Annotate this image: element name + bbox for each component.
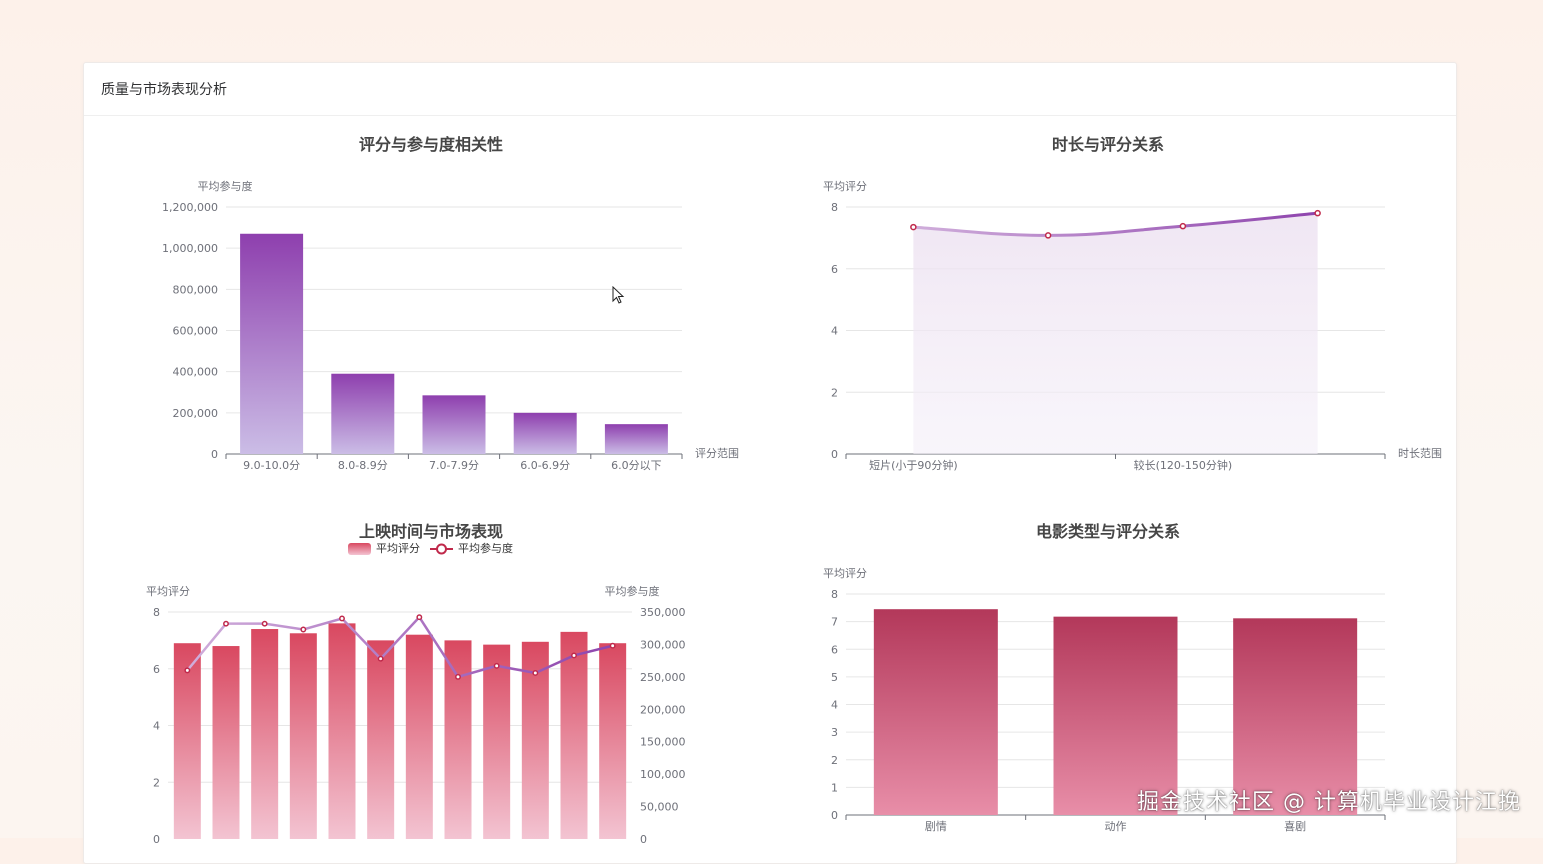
x-tick-label: 8.0-8.9分: [338, 459, 388, 472]
chart-title: 电影类型与评分关系: [1036, 522, 1180, 541]
y-tick-label: 7: [831, 616, 838, 629]
data-point: [1314, 209, 1321, 217]
bar: [599, 643, 627, 839]
y2-tick-label: 300,000: [640, 638, 686, 651]
bar: [422, 395, 486, 454]
bar: [240, 233, 304, 454]
x-tick-label: 7.0-7.9分: [429, 459, 479, 472]
x-tick-label: 9.0-10.0分: [243, 459, 300, 472]
y2-tick-label: 0: [640, 833, 647, 846]
y2-tick-label: 200,000: [640, 703, 686, 716]
data-point: [1044, 232, 1052, 239]
data-point: [1179, 222, 1187, 230]
bar: [331, 373, 395, 454]
bar: [444, 640, 472, 839]
y2-tick-label: 250,000: [640, 671, 686, 684]
y2-tick-label: 50,000: [640, 801, 679, 814]
bar: [405, 634, 433, 839]
x-tick-label: 6.0-6.9分: [520, 459, 570, 472]
y-tick-label: 200,000: [173, 407, 219, 420]
data-point: [223, 620, 229, 627]
y-tick-label: 400,000: [173, 366, 219, 379]
area-fill: [913, 213, 1318, 454]
bar: [251, 629, 279, 839]
series-line: [186, 615, 613, 679]
y2-axis-name: 平均参与度: [605, 584, 660, 598]
y-axis-name: 平均评分: [823, 180, 867, 193]
mouse-cursor-icon: [612, 286, 625, 304]
y-tick-label: 2: [831, 386, 838, 399]
y-tick-label: 6: [831, 263, 838, 276]
x-tick-label: 较长(120-150分钟): [1134, 458, 1233, 472]
x-axis-name: 评分范围: [695, 446, 739, 460]
y-tick-label: 8: [831, 588, 838, 601]
data-point: [910, 223, 917, 231]
y-tick-label: 1,000,000: [162, 242, 218, 255]
y-tick-label: 0: [211, 448, 218, 461]
y2-tick-label: 150,000: [640, 736, 686, 749]
y-tick-label: 4: [831, 699, 838, 712]
y-tick-label: 6: [831, 643, 838, 656]
y-tick-label: 4: [153, 720, 160, 733]
data-point: [300, 626, 307, 633]
y2-tick-label: 350,000: [640, 606, 686, 619]
bar: [873, 609, 998, 815]
y-tick-label: 8: [153, 606, 160, 619]
y-tick-label: 800,000: [173, 283, 219, 296]
y-tick-label: 600,000: [173, 325, 219, 338]
chart-title: 评分与参与度相关性: [359, 135, 503, 154]
legend-line-marker: [436, 543, 447, 555]
bar: [328, 623, 356, 839]
data-point: [377, 655, 384, 662]
x-tick-label: 喜剧: [1284, 820, 1306, 833]
y-tick-label: 2: [153, 776, 160, 789]
data-point: [532, 670, 539, 676]
legend-bar-swatch: [348, 543, 371, 555]
bar: [289, 633, 317, 839]
y-tick-label: 3: [831, 726, 838, 739]
chart-title: 时长与评分关系: [1052, 135, 1164, 154]
legend-label: 平均参与度: [458, 541, 513, 555]
y-tick-label: 8: [831, 201, 838, 214]
x-tick-label: 6.0分以下: [611, 459, 662, 472]
y-tick-label: 2: [831, 754, 838, 767]
y-tick-label: 0: [831, 448, 838, 461]
x-tick-label: 动作: [1105, 820, 1127, 833]
y-tick-label: 4: [831, 325, 838, 338]
data-point: [261, 620, 268, 627]
data-point: [416, 614, 423, 621]
y-tick-label: 6: [153, 663, 160, 676]
y-axis-name: 平均评分: [823, 567, 867, 580]
data-point: [493, 662, 500, 669]
y-tick-label: 0: [153, 833, 160, 846]
data-point: [339, 615, 345, 622]
bar: [604, 424, 668, 454]
x-axis-name: 时长范围: [1398, 446, 1442, 460]
bar: [367, 640, 395, 839]
watermark: 掘金技术社区 @ 计算机毕业设计江挽: [1137, 790, 1521, 815]
y-tick-label: 5: [831, 671, 838, 684]
legend-label: 平均评分: [376, 542, 420, 555]
y-axis-name: 平均评分: [146, 585, 190, 598]
data-point: [609, 642, 616, 649]
data-point: [571, 652, 577, 659]
data-point: [184, 667, 191, 674]
data-point: [455, 673, 461, 680]
chart-title: 上映时间与市场表现: [359, 522, 503, 541]
y-tick-label: 1,200,000: [162, 201, 218, 214]
bar: [513, 412, 577, 454]
bar: [483, 644, 511, 839]
bar: [212, 646, 240, 839]
chart-rating-engagement: 评分与参与度相关性平均参与度评分范围0200,000400,000600,000…: [146, 135, 1442, 846]
x-tick-label: 短片(小于90分钟): [869, 458, 958, 472]
y-tick-label: 0: [831, 809, 838, 822]
y-axis-name: 平均参与度: [198, 179, 253, 193]
x-tick-label: 剧情: [925, 820, 947, 833]
y-tick-label: 1: [831, 781, 838, 794]
y2-tick-label: 100,000: [640, 768, 686, 781]
bar: [560, 631, 588, 839]
